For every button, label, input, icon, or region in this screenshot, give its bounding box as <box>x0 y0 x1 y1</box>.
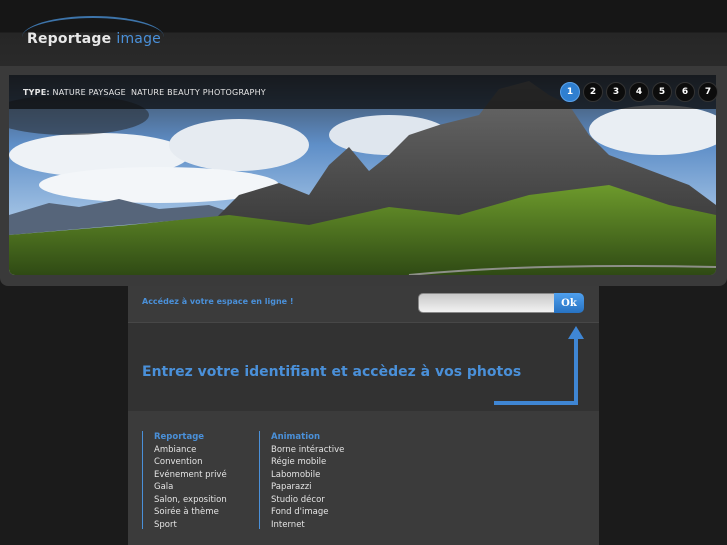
column-animation: Animation Borne intéractive Régie mobile… <box>259 431 344 532</box>
site-logo[interactable]: Reportage image <box>27 31 161 47</box>
link-borne-interactive[interactable]: Borne intéractive <box>271 444 344 457</box>
logo-word-reportage: Reportage <box>27 31 112 47</box>
link-ambiance[interactable]: Ambiance <box>154 444 227 457</box>
banner-title: NATURE BEAUTY PHOTOGRAPHY <box>131 88 266 97</box>
link-labomobile[interactable]: Labomobile <box>271 469 344 482</box>
login-input[interactable] <box>418 293 565 313</box>
banner-type-label: TYPE: <box>23 88 50 97</box>
page-button-2[interactable]: 2 <box>583 82 603 102</box>
column-heading-reportage[interactable]: Reportage <box>154 431 227 444</box>
link-internet[interactable]: Internet <box>271 519 344 532</box>
link-convention[interactable]: Convention <box>154 456 227 469</box>
ok-button[interactable]: Ok <box>554 293 584 313</box>
page-button-1[interactable]: 1 <box>560 82 580 102</box>
link-studio-decor[interactable]: Studio décor <box>271 494 344 507</box>
page-button-5[interactable]: 5 <box>652 82 672 102</box>
link-fond-d-image[interactable]: Fond d'image <box>271 506 344 519</box>
link-gala[interactable]: Gala <box>154 481 227 494</box>
link-evenement-prive[interactable]: Evénement privé <box>154 469 227 482</box>
page-button-3[interactable]: 3 <box>606 82 626 102</box>
banner-pagination: 1234567 <box>560 82 718 102</box>
column-heading-animation[interactable]: Animation <box>271 431 344 444</box>
login-row: Accédez à votre espace en ligne ! Ok <box>128 286 599 323</box>
banner-type-value: NATURE PAYSAGE <box>52 88 126 97</box>
logo-word-image: image <box>116 31 161 47</box>
link-sport[interactable]: Sport <box>154 519 227 532</box>
banner-type: TYPE: NATURE PAYSAGE <box>23 88 126 97</box>
page-button-6[interactable]: 6 <box>675 82 695 102</box>
main-panel: Accédez à votre espace en ligne ! Ok Ent… <box>128 286 599 545</box>
link-regie-mobile[interactable]: Régie mobile <box>271 456 344 469</box>
link-columns: Reportage Ambiance Convention Evénement … <box>128 423 599 545</box>
hero-text: Entrez votre identifiant et accèdez à vo… <box>142 364 522 380</box>
hero-section: Entrez votre identifiant et accèdez à vo… <box>128 323 599 411</box>
login-label: Accédez à votre espace en ligne ! <box>142 297 294 306</box>
column-reportage: Reportage Ambiance Convention Evénement … <box>142 431 227 532</box>
link-paparazzi[interactable]: Paparazzi <box>271 481 344 494</box>
page-button-4[interactable]: 4 <box>629 82 649 102</box>
page-button-7[interactable]: 7 <box>698 82 718 102</box>
arrow-up-icon <box>494 326 584 405</box>
link-soiree-a-theme[interactable]: Soirée à thème <box>154 506 227 519</box>
link-salon-exposition[interactable]: Salon, exposition <box>154 494 227 507</box>
